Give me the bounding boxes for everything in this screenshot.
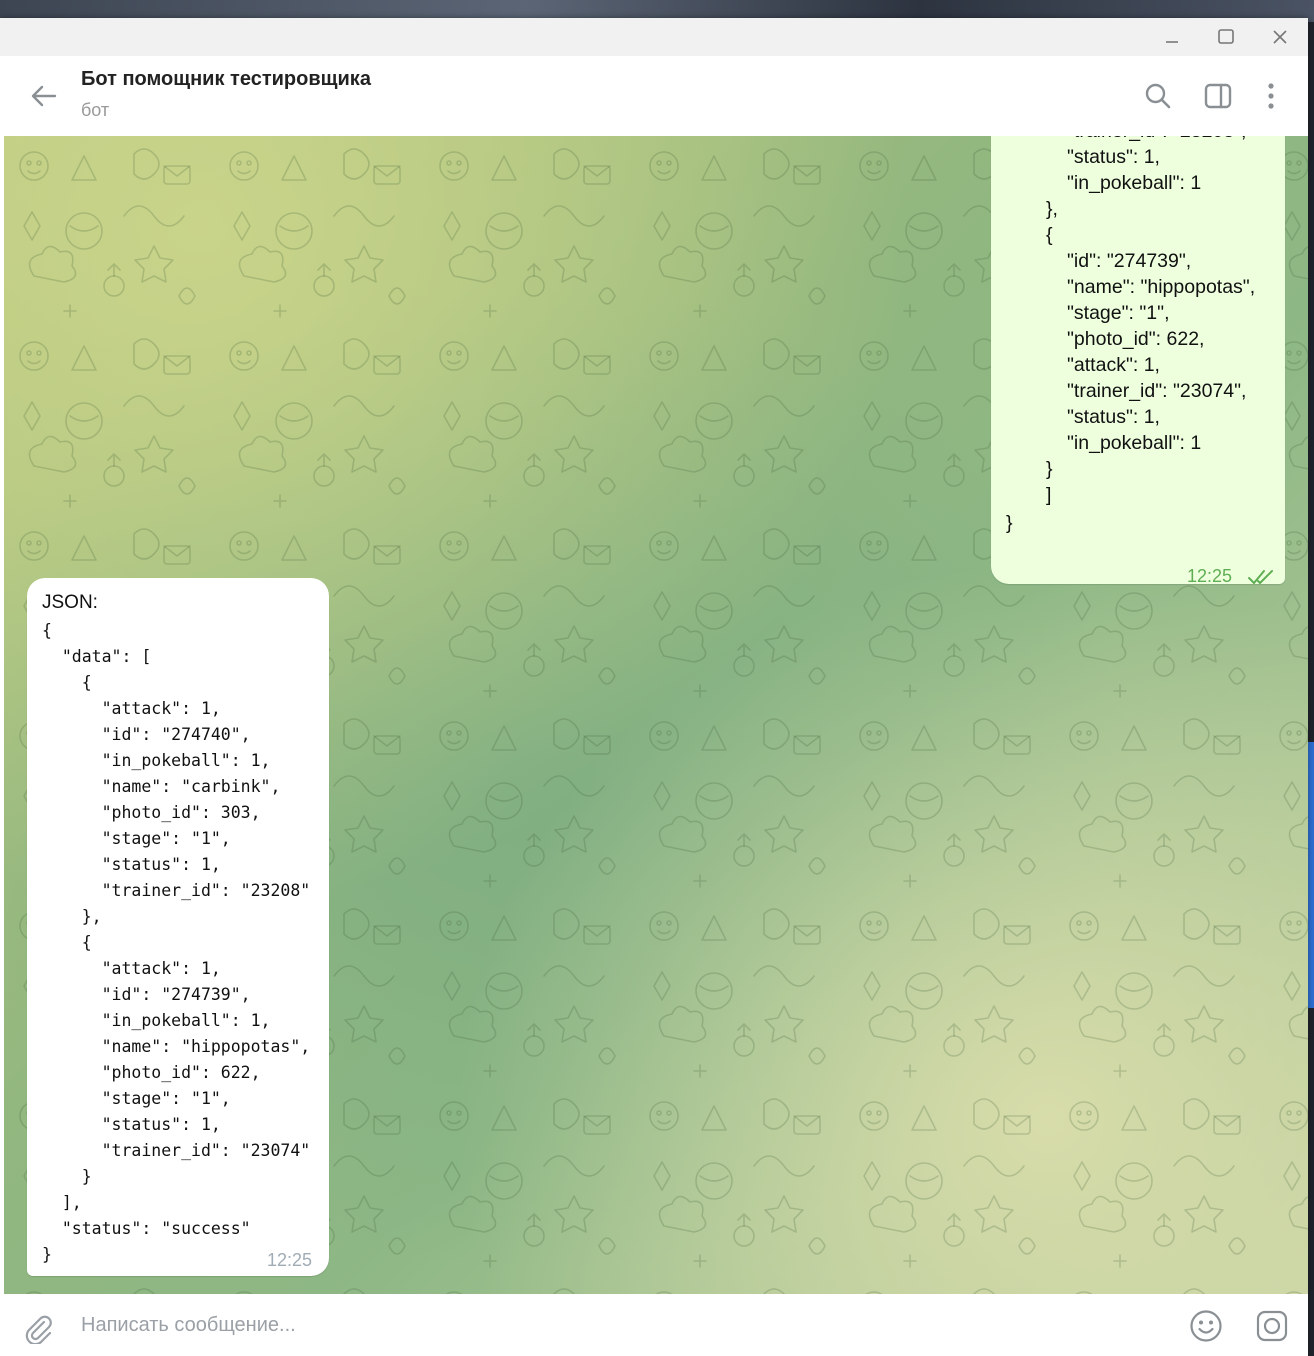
outgoing-line: "in_pokeball": 1 [1067,432,1202,454]
search-button[interactable] [1138,76,1178,116]
outgoing-line: } [1046,458,1053,480]
attach-button[interactable] [18,1308,58,1348]
close-window-button[interactable] [1260,22,1300,52]
incoming-json-code[interactable]: { "data": [ { "attack": 1, "id": "274740… [42,618,310,1268]
maximize-icon [1218,29,1234,44]
chat-title[interactable]: Бот помощник тестировщика [81,68,371,91]
outgoing-line: } [1006,512,1013,534]
outgoing-line: "status": 1, [1067,406,1160,428]
window-titlebar [0,18,1308,56]
incoming-message-label: JSON: [42,592,98,613]
background-window-accent [1308,742,1314,1008]
outgoing-line: "stage": "1", [1067,302,1170,324]
outgoing-line: "in_pokeball": 1 [1067,172,1202,194]
outgoing-line: }, [1046,198,1058,220]
outgoing-message-bubble[interactable]: "trainer_id": "23208", "status": 1, "in_… [991,136,1285,586]
sidebar-panel-icon [1204,83,1232,109]
background-window-edge [1308,22,1314,1356]
outgoing-line: "attack": 1, [1067,354,1160,376]
incoming-message-time: 12:25 [267,1250,313,1270]
back-button[interactable] [24,76,64,116]
emoji-button[interactable] [1186,1306,1226,1346]
telegram-window: Бот помощник тестировщика бот "status": … [0,18,1308,1356]
minimize-button[interactable] [1152,22,1192,52]
arrow-left-icon [31,85,57,107]
sidebar-toggle-button[interactable] [1198,76,1238,116]
outgoing-message-text: "trainer_id": "23208", "status": 1, "in_… [991,136,1255,584]
message-composer [0,1294,1308,1356]
close-icon [1273,30,1287,44]
camera-icon [1256,1310,1288,1342]
search-icon [1145,83,1171,109]
outgoing-line: "photo_id": 622, [1067,328,1205,350]
more-options-button[interactable] [1251,76,1291,116]
outgoing-line: "id": "274739", [1067,250,1192,272]
minimize-icon [1166,41,1178,43]
paperclip-icon [25,1315,52,1344]
more-vertical-icon [1268,83,1274,109]
outgoing-line: ] [1046,484,1052,506]
message-list[interactable]: "trainer_id": "23208", "status": 1, "in_… [4,136,1308,1294]
camera-message-button[interactable] [1252,1306,1292,1346]
message-input[interactable] [79,1308,1163,1342]
outgoing-message-time: 12:25 [1187,566,1233,586]
outgoing-line: "status": 1, [1067,146,1160,168]
outgoing-line: "trainer_id": "23208", [1067,136,1246,144]
incoming-message-bubble[interactable]: JSON: { "data": [ { "attack": 1, "id": "… [27,578,329,1276]
smile-icon [1190,1310,1222,1342]
outgoing-line: { [1046,224,1053,246]
chat-header: Бот помощник тестировщика бот [0,56,1308,136]
outgoing-line: "name": "hippopotas", [1067,276,1256,298]
chat-subtitle: бот [81,100,110,120]
maximize-button[interactable] [1206,22,1246,52]
outgoing-line: "trainer_id": "23074", [1067,380,1247,402]
double-check-icon [1248,570,1273,584]
